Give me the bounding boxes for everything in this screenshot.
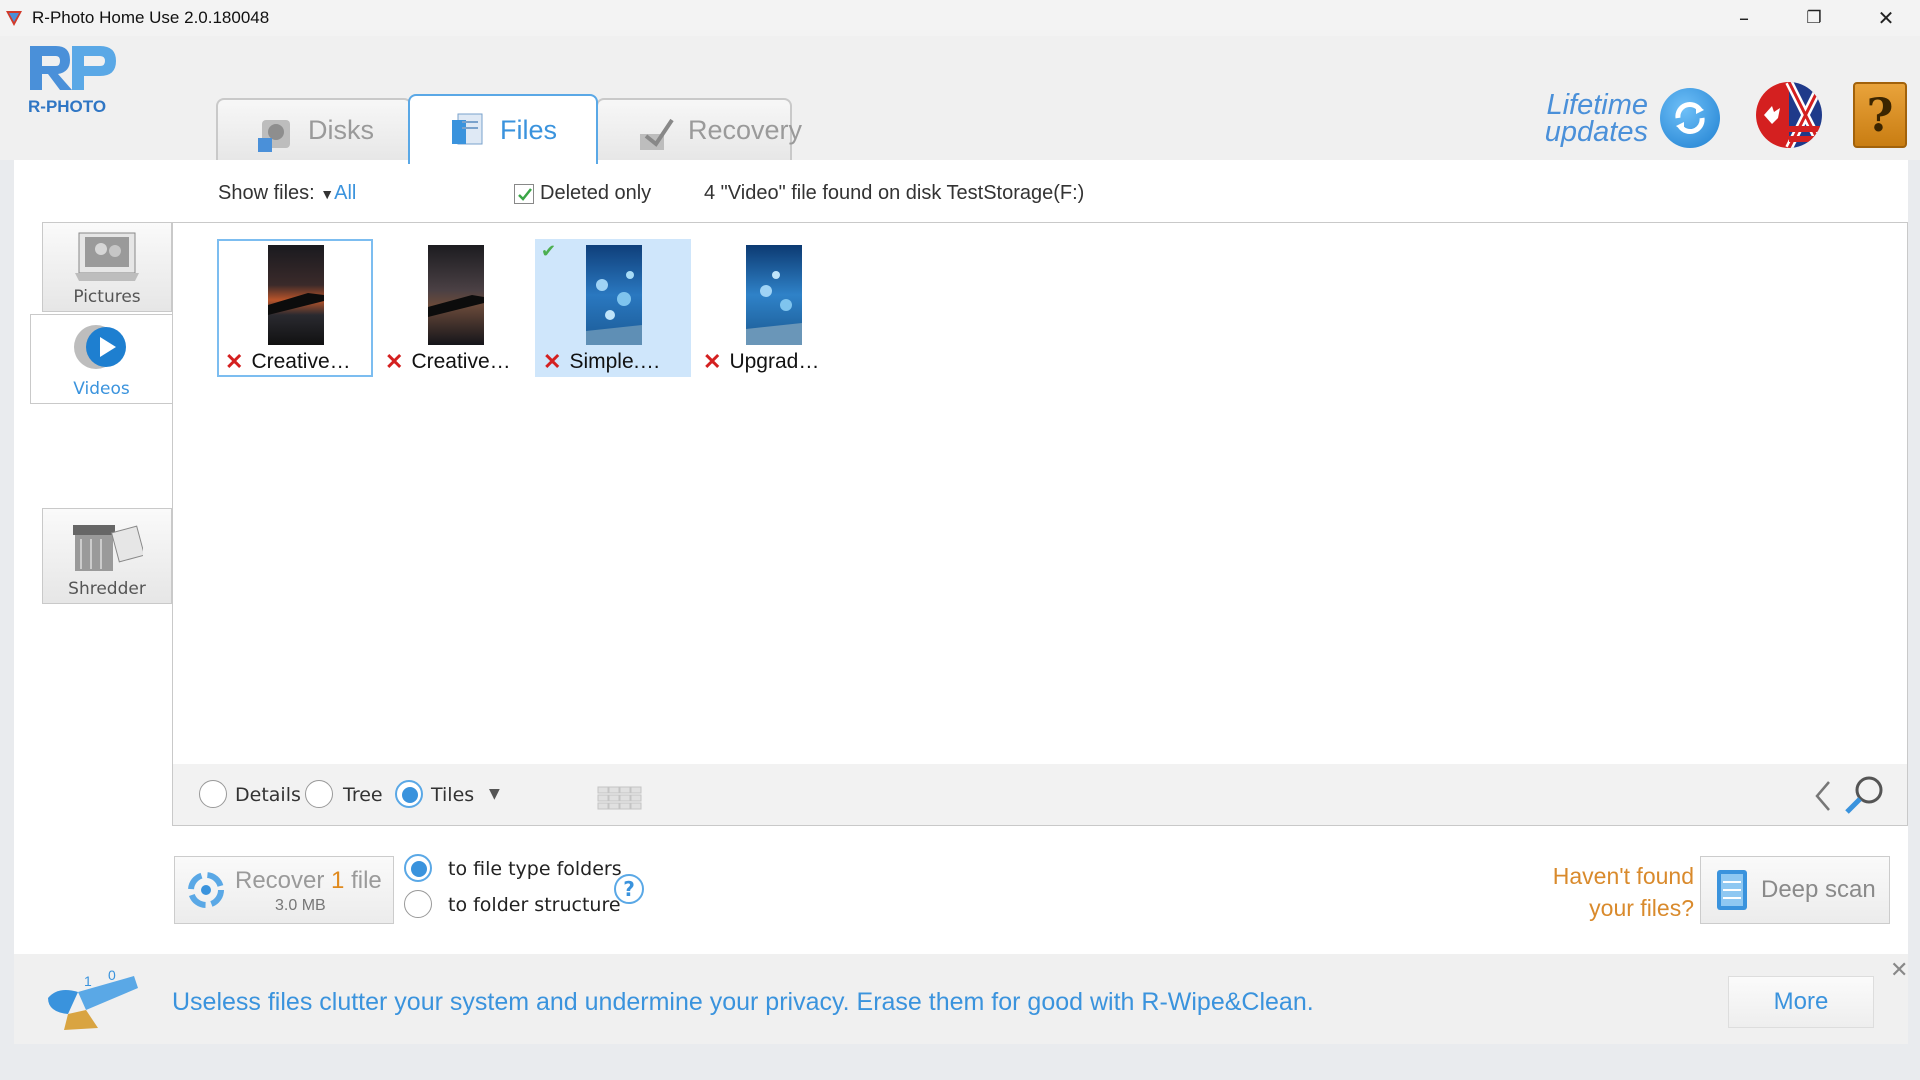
- deleted-only-checkbox[interactable]: Deleted only: [514, 182, 651, 205]
- video-thumbnail-airplane-sunset: [268, 245, 324, 345]
- logo-text: R-PHOTO: [28, 97, 106, 116]
- deleted-x-icon: ✕: [543, 349, 562, 374]
- svg-text:0: 0: [108, 968, 116, 983]
- check-icon: ✔: [541, 241, 557, 262]
- deep-scan-button[interactable]: Deep scan: [1700, 856, 1890, 924]
- recovery-icon: [640, 118, 674, 150]
- chevron-left-icon[interactable]: [1813, 780, 1833, 812]
- files-found-status: 4 "Video" file found on disk TestStorage…: [704, 182, 1085, 204]
- svg-text:1: 1: [84, 973, 92, 989]
- promo-text[interactable]: Useless files clutter your system and un…: [172, 988, 1314, 1017]
- checkmark-icon: [518, 187, 532, 201]
- view-tree-label[interactable]: Tree: [343, 784, 383, 806]
- deleted-x-icon: ✕: [225, 349, 244, 374]
- videos-play-icon: [73, 325, 126, 369]
- dest-folder-structure-radio[interactable]: [404, 890, 432, 918]
- recover-help-icon[interactable]: ?: [614, 874, 644, 904]
- file-tile[interactable]: ✔ ✕ Simple.…: [535, 239, 691, 377]
- file-name: Creative…: [411, 350, 511, 373]
- r-wipe-clean-broom-icon: 1 0: [48, 968, 138, 1030]
- show-files-value[interactable]: All: [334, 182, 356, 204]
- promo-bar: 1 0 Useless files clutter your system an…: [14, 954, 1908, 1044]
- filter-bar: Show files: ▼All Deleted only 4 "Video" …: [14, 160, 1908, 222]
- language-flag-icon[interactable]: [1756, 82, 1822, 148]
- dropdown-arrow-icon: ▼: [320, 186, 335, 202]
- r-photo-app-icon: [6, 11, 22, 26]
- update-refresh-icon[interactable]: [1660, 88, 1720, 148]
- pictures-icon: [75, 232, 139, 281]
- view-tree-radio[interactable]: [305, 780, 333, 808]
- file-name: Upgrad…: [729, 350, 820, 373]
- tab-recovery[interactable]: Recovery: [596, 98, 802, 160]
- sidebar-item-shredder[interactable]: Shredder: [42, 508, 172, 604]
- main-content: Show files: ▼All Deleted only 4 "Video" …: [14, 160, 1908, 954]
- title-bar: R-Photo Home Use 2.0.180048 – ❐ ✕: [0, 0, 1920, 36]
- checkbox-box[interactable]: [514, 183, 534, 204]
- view-mode-bar: Details Tree Tiles ▼: [172, 764, 1908, 826]
- search-icon[interactable]: [1843, 774, 1885, 816]
- view-details-label[interactable]: Details: [235, 784, 301, 806]
- minimize-button[interactable]: –: [1710, 0, 1778, 36]
- view-tiles-radio[interactable]: [395, 780, 423, 808]
- tile-size-dropdown-icon[interactable]: ▼: [489, 786, 500, 802]
- window-title: R-Photo Home Use 2.0.180048: [32, 8, 270, 27]
- grid-layout-icon[interactable]: [597, 786, 643, 810]
- show-files-filter[interactable]: Show files: ▼All: [218, 182, 356, 205]
- sidebar-item-pictures[interactable]: Pictures: [42, 222, 172, 312]
- shredder-icon: [73, 525, 143, 571]
- help-icon[interactable]: ?: [1853, 82, 1907, 148]
- video-thumbnail-airplane-wing: [428, 245, 484, 345]
- file-name: Simple.…: [569, 350, 661, 373]
- lifetime-updates-label[interactable]: Lifetime updates: [1538, 91, 1648, 147]
- view-details-radio[interactable]: [199, 780, 227, 808]
- recover-size: 3.0 MB: [275, 897, 326, 914]
- deleted-x-icon: ✕: [703, 349, 722, 374]
- video-thumbnail-underwater-reef: [746, 245, 802, 345]
- more-button[interactable]: More: [1728, 976, 1874, 1028]
- havent-found-text: Haven't found your files?: [1552, 863, 1694, 921]
- files-icon: [452, 113, 483, 145]
- disk-icon: [258, 120, 290, 152]
- recover-button[interactable]: Recover 1 file 3.0 MB: [174, 856, 394, 924]
- file-tile[interactable]: ✕ Creative…: [377, 239, 533, 377]
- file-tile[interactable]: ✕ Creative…: [217, 239, 373, 377]
- deep-scan-icon: [1717, 870, 1747, 910]
- recover-recycle-icon: [188, 872, 224, 908]
- restore-button[interactable]: ❐: [1780, 0, 1848, 36]
- file-tiles-pane: ✕ Creative… ✕ Creative… ✔ ✕ Simple.… ✕ U…: [172, 222, 1908, 826]
- dest-file-type-folders-label[interactable]: to file type folders: [448, 858, 622, 880]
- close-button[interactable]: ✕: [1852, 0, 1920, 36]
- view-tiles-label[interactable]: Tiles: [431, 784, 474, 806]
- recover-bar: Recover 1 file 3.0 MB to file type folde…: [14, 826, 1908, 954]
- tab-disks[interactable]: Disks: [216, 98, 412, 160]
- r-photo-logo: R-PHOTO: [28, 46, 116, 116]
- deleted-x-icon: ✕: [385, 349, 404, 374]
- file-name: Creative…: [251, 350, 351, 373]
- dest-folder-structure-label[interactable]: to folder structure: [448, 894, 621, 916]
- file-tile[interactable]: ✕ Upgrad…: [695, 239, 851, 377]
- sidebar-item-videos[interactable]: Videos: [30, 314, 172, 404]
- tab-files[interactable]: Files: [408, 94, 598, 164]
- video-thumbnail-underwater-fish: [586, 245, 642, 345]
- promo-close-icon[interactable]: ✕: [1890, 958, 1908, 983]
- dest-file-type-folders-radio[interactable]: [404, 854, 432, 882]
